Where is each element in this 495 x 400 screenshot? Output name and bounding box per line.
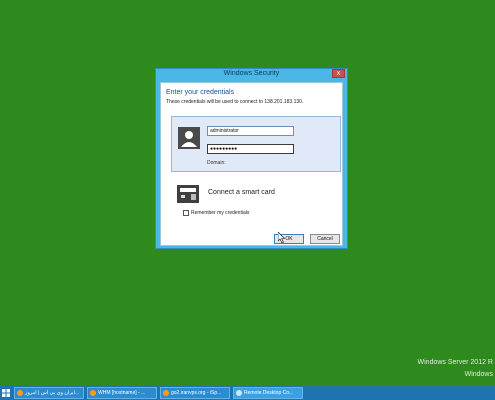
remote-desktop-icon (236, 390, 242, 396)
smart-card-icon (177, 185, 199, 203)
firefox-icon (90, 390, 96, 396)
taskbar-item-label: ایران وی پی اس | امروز... (25, 390, 80, 396)
firefox-icon (163, 390, 169, 396)
mouse-cursor-icon (278, 232, 286, 243)
taskbar-item-remote-desktop[interactable]: Remote Desktop Co... (233, 387, 303, 399)
password-field[interactable]: ●●●●●●●●● (207, 144, 294, 154)
user-avatar-icon (178, 127, 200, 149)
taskbar-item-whm[interactable]: WHM [hostname] - ... (87, 387, 157, 399)
smart-card-label: Connect a smart card (208, 189, 275, 196)
watermark-line-1: Windows Server 2012 R (417, 359, 493, 366)
remember-label: Remember my credentials (191, 210, 250, 216)
credential-tile[interactable]: administrator ●●●●●●●●● Domain: (171, 116, 341, 172)
taskbar-item-label: Remote Desktop Co... (244, 390, 294, 396)
dialog-subtext: These credentials will be used to connec… (166, 99, 304, 105)
domain-label: Domain: (207, 160, 226, 166)
cancel-button[interactable]: Cancel (310, 234, 340, 244)
watermark-line-2: Windows (464, 371, 493, 378)
smart-card-option[interactable]: Connect a smart card (171, 183, 291, 205)
dialog-body: Enter your credentials These credentials… (160, 82, 343, 246)
taskbar-item-ispconfig[interactable]: go2.iranvps.org - iSp... (160, 387, 230, 399)
firefox-icon (17, 390, 23, 396)
taskbar: ایران وی پی اس | امروز... WHM [hostname]… (0, 386, 495, 400)
close-button[interactable]: x (332, 69, 345, 78)
dialog-heading: Enter your credentials (166, 89, 235, 96)
start-icon[interactable] (2, 388, 10, 398)
username-field[interactable]: administrator (207, 126, 294, 136)
taskbar-item-iranvps[interactable]: ایران وی پی اس | امروز... (14, 387, 84, 399)
taskbar-item-label: WHM [hostname] - ... (98, 390, 146, 396)
close-icon: x (336, 70, 341, 77)
taskbar-item-label: go2.iranvps.org - iSp... (171, 390, 222, 396)
dialog-titlebar[interactable]: Windows Security x (156, 69, 347, 81)
windows-security-dialog: Windows Security x Enter your credential… (155, 68, 348, 249)
os-watermark: Windows Server 2012 R Windows (418, 357, 493, 381)
dialog-title: Windows Security (223, 70, 280, 77)
remember-checkbox[interactable] (183, 210, 189, 216)
